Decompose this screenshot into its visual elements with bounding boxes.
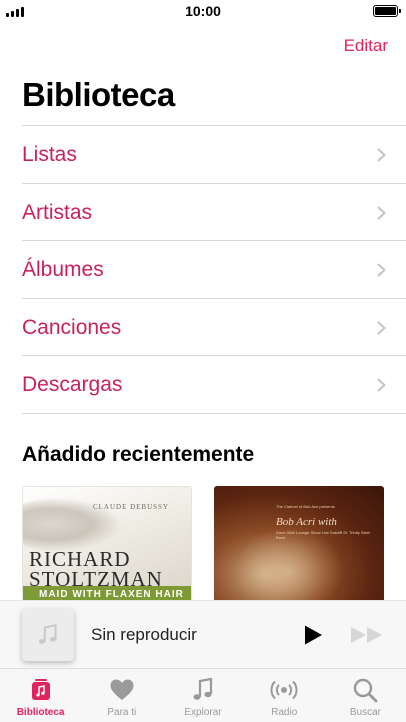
tab-label: Radio [271,707,298,718]
library-item-artistas[interactable]: Artistas [22,184,406,241]
play-icon[interactable] [302,624,324,646]
album-small-text: The Clarinet of Bob Acri presents [276,504,335,509]
library-item-label: Listas [22,143,77,166]
tab-para-ti[interactable]: Para ti [81,669,162,722]
mini-player[interactable]: Sin reproducir [0,600,406,668]
chevron-right-icon [377,321,386,334]
album-artist-label: RICHARD STOLTZMAN [29,547,163,590]
album-card-bob-acri[interactable]: The Clarinet of Bob Acri presents Bob Ac… [214,486,384,604]
now-playing-artwork[interactable] [22,609,74,661]
chevron-right-icon [377,206,386,219]
tab-label: Biblioteca [16,707,65,718]
album-card-richard-stoltzman[interactable]: CLAUDE DEBUSSY RICHARD STOLTZMAN MAID WI… [22,486,192,604]
edit-button[interactable]: Editar [344,36,388,56]
library-item-descargas[interactable]: Descargas [22,356,406,414]
tab-radio[interactable]: Radio [244,669,325,722]
library-icon [26,676,56,704]
library-item-label: Descargas [22,373,123,396]
tab-label: Para ti [107,707,137,718]
search-icon [350,676,380,704]
album-sub-text: Dave Gibb Lounge Show Live Sutcliff St. … [276,530,370,540]
status-bar: 10:00 [0,0,406,22]
now-playing-label: Sin reproducir [91,625,197,644]
tab-biblioteca[interactable]: Biblioteca [0,669,81,722]
album-composer-label: CLAUDE DEBUSSY [92,503,169,511]
status-time: 10:00 [185,3,221,19]
music-note-icon [39,624,57,644]
library-item-label: Canciones [22,315,122,339]
fast-forward-icon[interactable] [350,626,384,644]
album-artist-label: Bob Acri with [276,516,337,528]
chevron-right-icon [377,148,386,162]
library-item-label: Artistas [22,200,93,224]
library-item-label: Álbumes [22,258,104,281]
music-note-icon [188,676,218,704]
chevron-right-icon [377,263,386,277]
page-title: Biblioteca [22,76,175,113]
radio-icon [269,676,299,704]
battery-icon [373,5,401,17]
library-item-albumes[interactable]: Álbumes [22,241,406,299]
library-item-canciones[interactable]: Canciones [22,299,406,356]
library-list: Listas Artistas Álbumes Canciones Descar… [22,125,406,414]
tab-buscar[interactable]: Buscar [325,669,406,722]
tab-label: Buscar [349,707,381,718]
tab-label: Explorar [184,707,222,718]
tab-bar: Biblioteca Para ti Explorar Radio Buscar [0,668,406,722]
tab-explorar[interactable]: Explorar [162,669,243,722]
heart-icon [107,676,137,704]
library-item-listas[interactable]: Listas [22,126,406,184]
chevron-right-icon [377,378,386,392]
section-title-recently-added: Añadido recientemente [22,443,255,466]
album-artist-line1: RICHARD [29,547,131,571]
